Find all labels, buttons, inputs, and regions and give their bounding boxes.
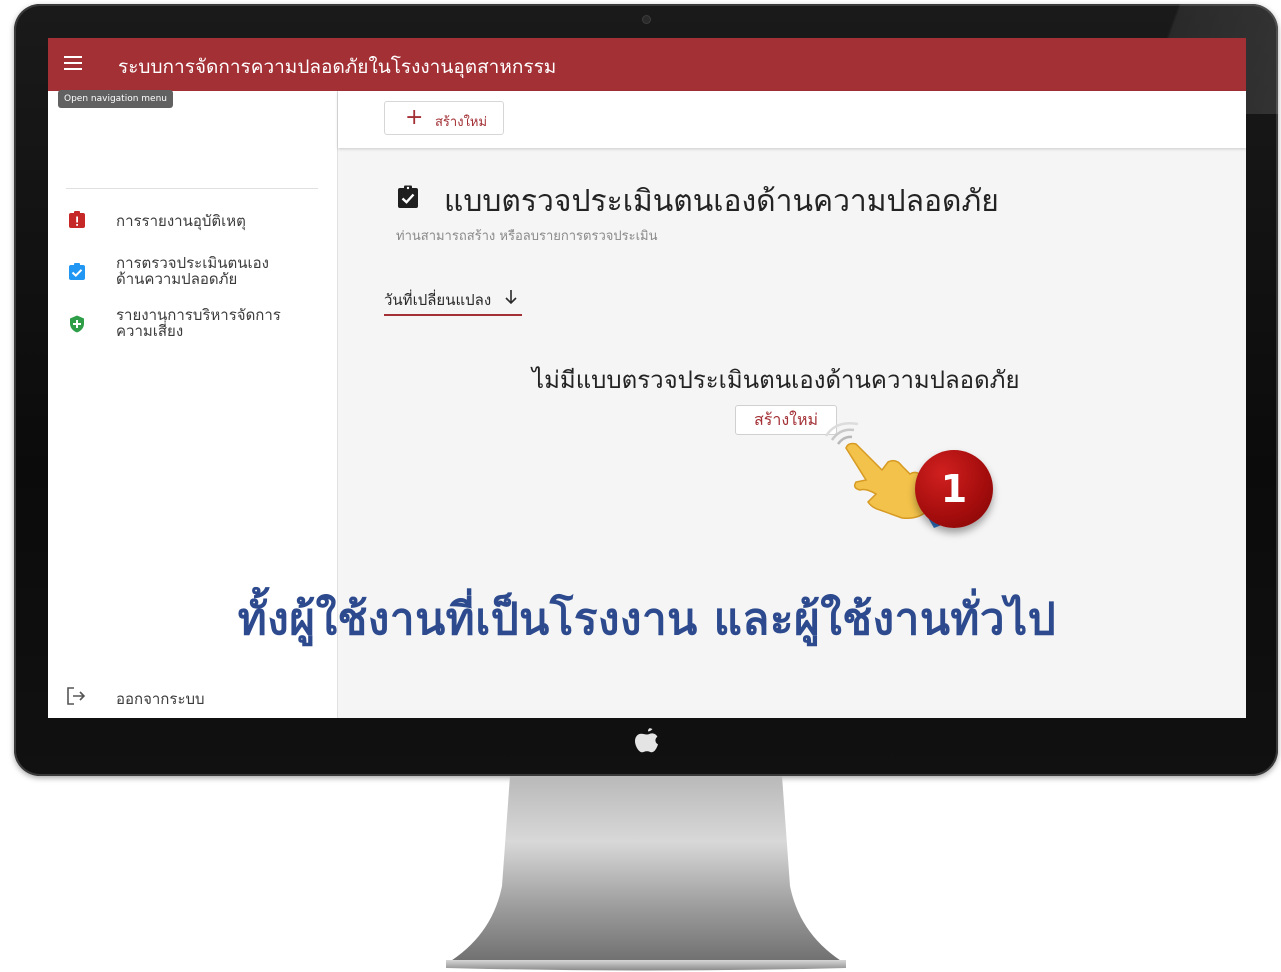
screen: ระบบการจัดการความปลอดภัยในโรงงานอุตสาหกร… bbox=[48, 38, 1246, 718]
sidebar-item-label: การรายงานอุบัติเหตุ bbox=[116, 212, 246, 230]
step-number-badge: 1 bbox=[915, 450, 993, 528]
empty-state-create-label: สร้างใหม่ bbox=[753, 410, 819, 429]
page-subtitle: ท่านสามารถสร้าง หรือลบรายการตรวจประเมิน bbox=[396, 229, 658, 244]
overlay-caption: ทั้งผู้ใช้งานที่เป็นโรงงาน และผู้ใช้งานท… bbox=[237, 594, 1057, 645]
sidebar-item-risk-management[interactable]: รายงานการบริหารจัดการ ความเสี่ยง bbox=[48, 307, 337, 343]
toolbar: + สร้างใหม่ bbox=[338, 91, 1246, 148]
report-alert-icon bbox=[69, 211, 85, 228]
sidebar-divider bbox=[66, 188, 318, 189]
sort-by-modified-date[interactable]: วันที่เปลี่ยนแปลง bbox=[384, 286, 522, 316]
create-new-button[interactable]: + สร้างใหม่ bbox=[384, 101, 504, 135]
plus-icon: + bbox=[405, 105, 424, 130]
logout-icon bbox=[67, 687, 86, 705]
logout-label: ออกจากระบบ bbox=[116, 690, 205, 708]
create-new-label: สร้างใหม่ bbox=[435, 115, 488, 130]
app-title: ระบบการจัดการความปลอดภัยในโรงงานอุตสาหกร… bbox=[118, 56, 557, 78]
clipboard-check-icon bbox=[69, 263, 85, 280]
sidebar-item-accident-report[interactable]: การรายงานอุบัติเหตุ bbox=[48, 209, 337, 233]
sort-label: วันที่เปลี่ยนแปลง bbox=[384, 291, 492, 309]
logout-button[interactable]: ออกจากระบบ bbox=[48, 683, 337, 709]
sidebar-item-label-line2: ความเสี่ยง bbox=[116, 322, 184, 340]
shield-plus-icon bbox=[70, 315, 84, 333]
apple-logo-icon bbox=[635, 728, 658, 753]
menu-tooltip: Open navigation menu bbox=[58, 90, 173, 108]
page-title: แบบตรวจประเมินตนเองด้านความปลอดภัย bbox=[444, 184, 999, 219]
clipboard-check-icon bbox=[398, 185, 418, 208]
sidebar-item-label-line1: การตรวจประเมินตนเอง bbox=[116, 254, 269, 272]
sidebar-item-label-line1: รายงานการบริหารจัดการ bbox=[116, 306, 281, 324]
app-bar: ระบบการจัดการความปลอดภัยในโรงงานอุตสาหกร… bbox=[48, 38, 1246, 91]
monitor-stand bbox=[446, 776, 846, 971]
hamburger-menu-icon[interactable] bbox=[64, 56, 84, 72]
camera-dot bbox=[643, 16, 650, 23]
arrow-down-icon bbox=[505, 290, 517, 305]
empty-state-message: ไม่มีแบบตรวจประเมินตนเองด้านความปลอดภัย bbox=[532, 366, 1020, 394]
sidebar-item-label-line2: ด้านความปลอดภัย bbox=[116, 270, 238, 288]
sidebar-item-self-assessment[interactable]: การตรวจประเมินตนเอง ด้านความปลอดภัย bbox=[48, 255, 337, 291]
